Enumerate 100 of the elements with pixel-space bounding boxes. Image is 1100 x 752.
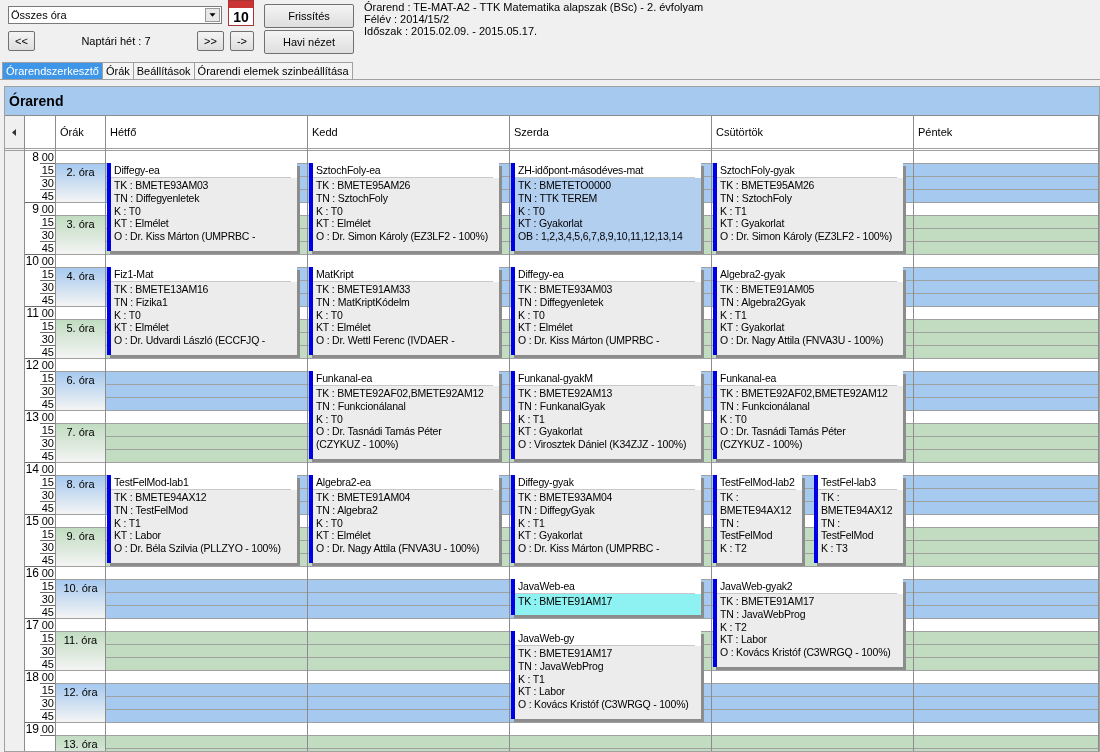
event-detail: TestFelMod (720, 529, 774, 543)
period-label: 5. óra (66, 322, 95, 336)
event-detail: TK : (720, 491, 740, 504)
event-detail: K : T0 (114, 204, 142, 218)
period-label: 13. óra (63, 738, 98, 751)
period-label: 6. óra (66, 374, 95, 388)
event-detail: TK : BMETE92AM13 (518, 387, 614, 400)
hour-label: 13 (25, 411, 40, 426)
hour-label: 14 (25, 463, 40, 478)
event-card[interactable]: MatKript TK : BMETE91AM33 TN : MatKriptKódelm K : T0 KT : Elmélet O : Dr. Wettl Ferenc (IVDAER - (309, 267, 499, 355)
scroll-left-icon[interactable] (12, 128, 17, 136)
event-card[interactable]: TestFel-lab3 TK : BMETE94AX12 TN : TestFelMod K : T3 (814, 475, 903, 563)
minute-label: 45 (40, 294, 55, 307)
event-card[interactable]: SztochFoly-gyak TK : BMETE95AM26 TN : SztochFoly K : T1 KT : Gyakorlat O : Dr. Simon Károly (EZ3LF2 - 100%) (713, 163, 903, 251)
event-detail: K : T2 (720, 620, 748, 634)
event-card[interactable]: Fiz1-Mat TK : BMETE13AM16 TN : Fizika1 K : T0 KT : Elmélet O : Dr. Udvardi László (ECCFJQ - (107, 267, 297, 355)
minute-label: 30 (40, 541, 55, 554)
event-card[interactable]: Funkanal-ea TK : BMETE92AF02,BMETE92AM12 TN : Funkcionálanal K : T0 O : Dr. Tasnádi Tamás Péter (CZYKUZ - 100%) (713, 371, 903, 459)
event-detail: TK : BMETE95AM26 (316, 179, 412, 192)
event-detail: K : T0 (114, 308, 142, 322)
minute-label: 30 (40, 697, 55, 710)
hour-label: 10 (25, 255, 40, 270)
event-card[interactable]: Funkanal-ea TK : BMETE92AF02,BMETE92AM12 TN : Funkcionálanal K : T0 O : Dr. Tasnádi Tamás Péter (CZYKUZ - 100%) (309, 371, 499, 459)
event-detail: KT : Elmélet (518, 321, 574, 335)
event-detail: TN : TestFelMod (114, 503, 189, 517)
tab[interactable]: Beállítások (132, 62, 195, 79)
month-view-button[interactable]: Havi nézet (264, 30, 354, 54)
event-detail: O : Dr. Kiss Márton (UMPRBC - (114, 230, 257, 243)
day-header: Szerda (514, 126, 549, 138)
event-card[interactable]: Diffegy-ea TK : BMETE93AM03 TN : Diffegyenletek K : T0 KT : Elmélet O : Dr. Kiss Márton (UMPRBC - (511, 267, 701, 355)
event-card[interactable]: JavaWeb-ea TK : BMETE91AM17 (511, 579, 701, 615)
hour-label: 11 (26, 307, 40, 322)
event-card[interactable]: JavaWeb-gy TK : BMETE91AM17 TN : JavaWebProg K : T1 KT : Labor O : Kovács Kristóf (C3WRGQ - 100%) (511, 631, 701, 719)
period-label: 8. óra (66, 478, 95, 492)
jump-button[interactable]: -> (229, 31, 254, 51)
event-detail: KT : Labor (518, 685, 566, 699)
refresh-button[interactable]: Frissítés (264, 4, 354, 28)
minute-label: 15 (40, 684, 55, 697)
previous-week-button[interactable]: << (8, 31, 35, 51)
event-card[interactable]: Diffegy-gyak TK : BMETE93AM04 TN : DiffegyGyak K : T1 KT : Gyakorlat O : Dr. Kiss Márton (UMPRBC - (511, 475, 701, 563)
event-card[interactable]: ZH-időpont-másodéves-mat TK : BMETETO0000 TN : TTK TEREM K : T0 KT : Gyakorlat OB : 1,2,3,4,5,6,7,8,9,10,11,12,13,14 (511, 163, 701, 251)
event-detail: TK : BMETE91AM04 (316, 491, 412, 504)
event-detail: K : T0 (316, 516, 344, 530)
event-detail: TN : Funkcionálanal (316, 399, 407, 413)
day-header: Hétfő (110, 126, 137, 138)
event-detail: O : Dr. Simon Károly (EZ3LF2 - 100%) (316, 230, 489, 243)
minute-label: 00 (40, 515, 55, 528)
event-detail: TK : BMETE95AM26 (720, 179, 816, 192)
event-detail: TN : Fizika1 (114, 295, 169, 309)
event-detail: TN : FunkanalGyak (518, 399, 607, 413)
event-detail: O : Dr. Tasnádi Tamás Péter (316, 425, 443, 439)
period-label: 11. óra (63, 634, 98, 648)
minute-label: 30 (40, 593, 55, 606)
event-detail: TK : BMETE91AM17 (518, 595, 614, 608)
event-detail: TK : BMETE92AF02,BMETE92AM12 (720, 387, 889, 400)
column-header: Órák (60, 126, 84, 138)
hour-label: 17 (25, 619, 40, 634)
event-detail: TK : BMETE93AM03 (518, 283, 614, 296)
hour-label: 12 (25, 359, 40, 374)
timetable-info: Időszak : 2015.02.09. - 2015.05.17. (364, 25, 539, 37)
event-detail: K : T1 (518, 412, 546, 426)
event-card[interactable]: TestFelMod-lab2 TK : BMETE94AX12 TN : TestFelMod K : T2 (713, 475, 802, 563)
minute-label: 15 (40, 632, 55, 645)
event-detail: TN : Algebra2Gyak (720, 295, 807, 309)
minute-label: 30 (40, 489, 55, 502)
event-card[interactable]: TestFelMod-lab1 TK : BMETE94AX12 TN : TestFelMod K : T1 KT : Labor O : Dr. Béla Szilvia (PLLZYO - 100%) (107, 475, 297, 563)
calendar-button[interactable]: 10 (228, 0, 254, 26)
event-detail: TN : Diffegyenletek (518, 295, 605, 309)
minute-label: 45 (40, 242, 55, 255)
event-detail: OB : 1,2,3,4,5,6,7,8,9,10,11,12,13,14 (518, 230, 684, 243)
event-card[interactable]: SztochFoly-ea TK : BMETE95AM26 TN : SztochFoly K : T0 KT : Elmélet O : Dr. Simon Károly (EZ3LF2 - 100%) (309, 163, 499, 251)
period-label: 3. óra (66, 218, 95, 232)
event-detail: O : Dr. Udvardi László (ECCFJQ - (114, 334, 267, 347)
filter-dropdown[interactable]: Összes óra (8, 6, 223, 24)
event-detail: TN : JavaWebProg (720, 607, 807, 621)
next-week-button[interactable]: >> (197, 31, 224, 51)
minute-label: 15 (40, 268, 55, 281)
minute-label: 15 (40, 424, 55, 437)
period-label: 7. óra (66, 426, 95, 440)
timetable-info: Félév : 2014/15/2 (364, 13, 450, 25)
hour-label: 9 (32, 203, 40, 218)
tab[interactable]: Órák (101, 62, 134, 79)
minute-label: 45 (40, 450, 55, 463)
event-detail: TK : (821, 491, 841, 504)
minute-label: 45 (40, 554, 55, 567)
tab[interactable]: Órarendi elemek szinbeállítása (193, 62, 353, 79)
event-card[interactable]: JavaWeb-gyak2 TK : BMETE91AM17 TN : JavaWebProg K : T2 KT : Labor O : Kovács Kristóf (C3WRGQ - 100%) (713, 579, 903, 667)
event-detail: TN : Algebra2 (316, 503, 379, 517)
event-card[interactable]: Algebra2-ea TK : BMETE91AM04 TN : Algebra2 K : T0 KT : Elmélet O : Dr. Nagy Attila (FNVA3U - 100%) (309, 475, 499, 563)
event-detail: TK : BMETE91AM17 (518, 647, 614, 660)
event-card[interactable]: Funkanal-gyakM TK : BMETE92AM13 TN : FunkanalGyak K : T1 KT : Gyakorlat O : Virosztek Dániel (K34ZJZ - 100%) (511, 371, 701, 459)
event-detail: O : Dr. Simon Károly (EZ3LF2 - 100%) (720, 230, 893, 243)
event-detail: O : Virosztek Dániel (K34ZJZ - 100%) (518, 438, 688, 451)
event-detail: K : T1 (518, 672, 546, 686)
event-card[interactable]: Algebra2-gyak TK : BMETE91AM05 TN : Algebra2Gyak K : T1 KT : Gyakorlat O : Dr. Nagy Attila (FNVA3U - 100%) (713, 267, 903, 355)
minute-label: 15 (40, 372, 55, 385)
event-detail: O : Dr. Kiss Márton (UMPRBC - (518, 542, 661, 555)
period-label: 10. óra (63, 582, 98, 596)
event-card[interactable]: Diffegy-ea TK : BMETE93AM03 TN : Diffegyenletek K : T0 KT : Elmélet O : Dr. Kiss Márton (UMPRBC - (107, 163, 297, 251)
minute-label: 30 (40, 645, 55, 658)
